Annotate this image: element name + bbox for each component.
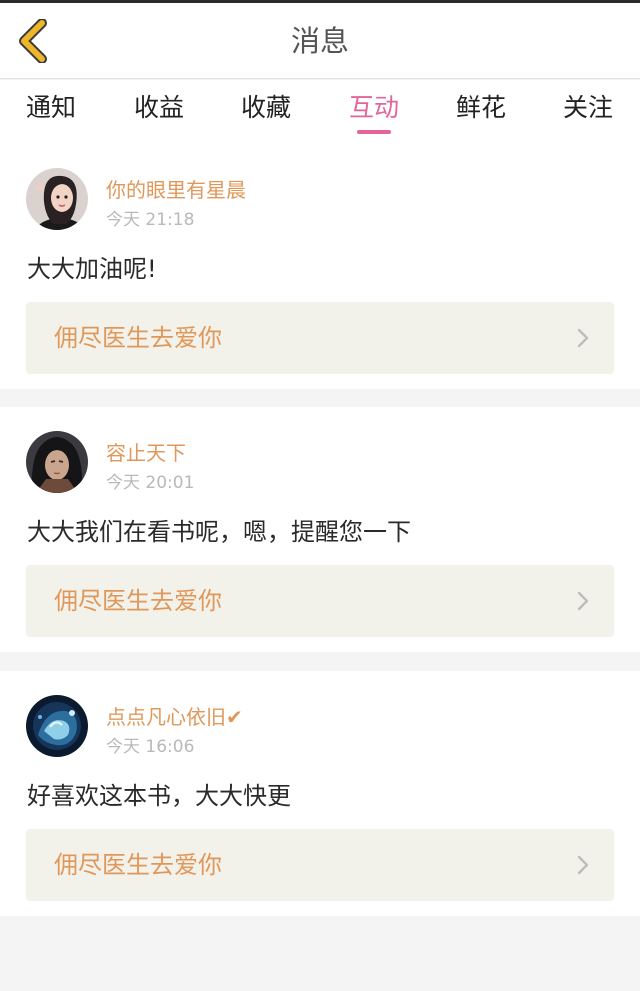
page-title: 消息 (290, 24, 349, 58)
username[interactable]: 你的眼里有星晨 (106, 174, 246, 203)
tab-label: 关注 (562, 93, 613, 122)
user-avatar-icon (26, 431, 88, 493)
user-avatar-icon (26, 168, 88, 230)
avatar[interactable] (26, 695, 88, 757)
tab-label: 互动 (348, 93, 399, 122)
message-card: 容止天下 今天 20:01 大大我们在看书呢，嗯，提醒您一下 佣尽医生去爱你 (0, 407, 640, 652)
tab-interactions[interactable]: 互动 (334, 80, 414, 144)
book-title: 佣尽医生去爱你 (54, 587, 222, 615)
tab-label: 收藏 (240, 93, 291, 122)
book-title: 佣尽医生去爱你 (54, 324, 222, 352)
tab-earnings[interactable]: 收益 (119, 80, 199, 144)
book-link-button[interactable]: 佣尽医生去爱你 (26, 302, 614, 374)
tab-flowers[interactable]: 鲜花 (441, 80, 521, 144)
message-text: 大大我们在看书呢，嗯，提醒您一下 (27, 518, 411, 546)
tab-notifications[interactable]: 通知 (11, 80, 91, 144)
checkmark-icon: ✔ (226, 705, 243, 729)
header-bar: 消息 (0, 3, 640, 79)
chevron-right-icon (577, 328, 589, 348)
timestamp: 今天 20:01 (106, 473, 195, 493)
tab-bar: 通知 收益 收藏 互动 鲜花 关注 (0, 80, 640, 144)
message-card: 你的眼里有星晨 今天 21:18 大大加油呢! 佣尽医生去爱你 (0, 144, 640, 389)
book-title: 佣尽医生去爱你 (54, 851, 222, 879)
tab-follows[interactable]: 关注 (548, 80, 628, 144)
tab-label: 通知 (25, 93, 76, 122)
timestamp: 今天 21:18 (106, 210, 195, 230)
avatar[interactable] (26, 168, 88, 230)
username[interactable]: 容止天下 (106, 437, 186, 466)
avatar[interactable] (26, 431, 88, 493)
book-link-button[interactable]: 佣尽医生去爱你 (26, 829, 614, 901)
chevron-right-icon (577, 591, 589, 611)
message-card: 点点凡心依旧✔ 今天 16:06 好喜欢这本书，大大快更 佣尽医生去爱你 (0, 671, 640, 916)
timestamp: 今天 16:06 (106, 737, 195, 757)
username[interactable]: 点点凡心依旧✔ (106, 701, 243, 730)
chevron-right-icon (577, 855, 589, 875)
message-text: 大大加油呢! (27, 255, 157, 283)
user-avatar-icon (26, 695, 88, 757)
book-link-button[interactable]: 佣尽医生去爱你 (26, 565, 614, 637)
active-tab-indicator (357, 130, 391, 134)
tab-favorites[interactable]: 收藏 (226, 80, 306, 144)
tab-label: 鲜花 (455, 93, 506, 122)
message-text: 好喜欢这本书，大大快更 (27, 782, 291, 810)
tab-label: 收益 (133, 93, 184, 122)
username-text: 点点凡心依旧 (106, 705, 226, 729)
